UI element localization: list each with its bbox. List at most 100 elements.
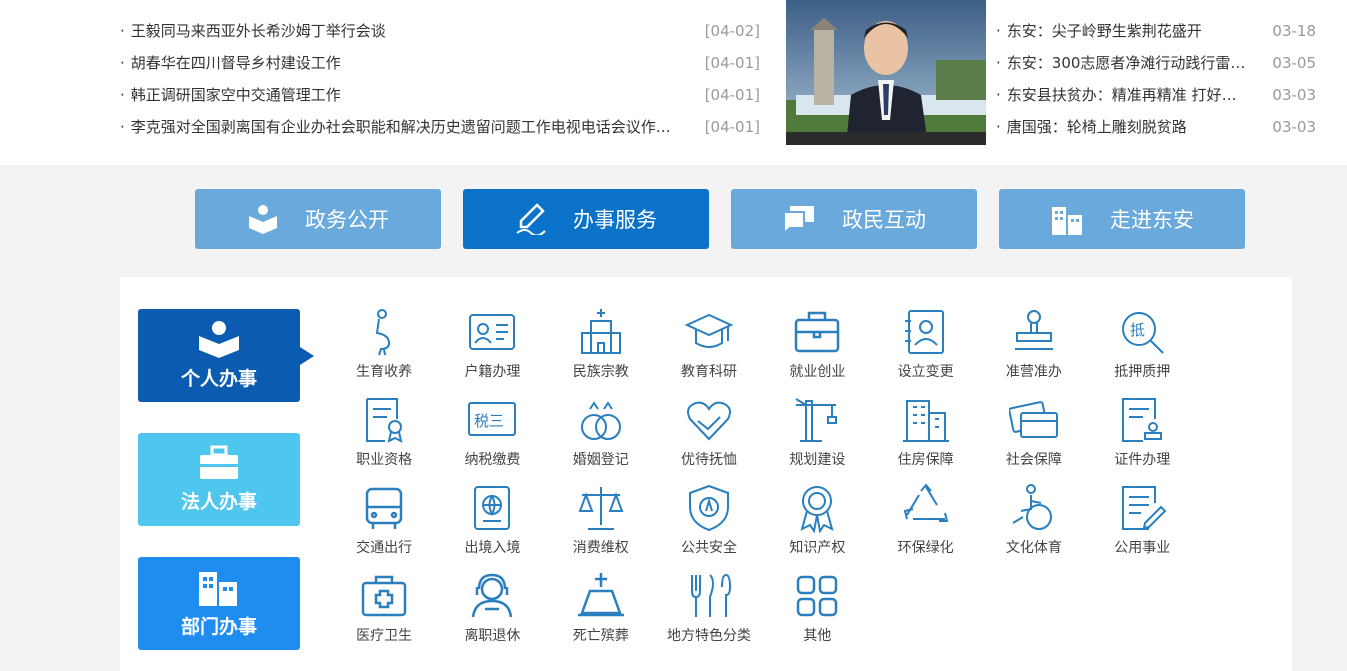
- personal-services-button[interactable]: 个人办事: [138, 309, 314, 402]
- service-consumer-rights[interactable]: 消费维权: [547, 483, 655, 571]
- side-button-label: 部门办事: [180, 616, 257, 638]
- local-news-date: 03-05: [1272, 54, 1316, 72]
- news-title[interactable]: 王毅同马来西亚外长希沙姆丁举行会谈: [120, 15, 386, 47]
- license-icon: [1122, 398, 1163, 442]
- department-services-button[interactable]: 部门办事: [138, 557, 300, 650]
- medical-kit-icon: [361, 575, 407, 617]
- local-news-item[interactable]: [996, 0, 1316, 15]
- service-culture-sports[interactable]: 文化体育: [980, 483, 1088, 571]
- news-item[interactable]: 李克强对全国剥离国有企业办社会职能和解决历史遗留问题工作电视电话会议作出重要批示…: [120, 111, 760, 143]
- service-funeral[interactable]: 死亡殡葬: [547, 571, 655, 659]
- service-transport[interactable]: 交通出行: [330, 483, 438, 571]
- service-label: 知识产权: [789, 540, 846, 556]
- side-button-label: 个人办事: [180, 368, 257, 390]
- reading-person-icon: [199, 321, 239, 358]
- service-household[interactable]: 户籍办理: [438, 307, 546, 395]
- news-list: 王毅同马来西亚外长希沙姆丁举行会谈 [04-02] 胡春华在四川督导乡村建设工作…: [120, 0, 760, 143]
- main-tabs: 政务公开 办事服务 政民互动 走进东安: [195, 189, 1267, 249]
- service-business-permit[interactable]: 准营准办: [980, 307, 1088, 395]
- service-local-special[interactable]: 地方特色分类: [655, 571, 763, 659]
- local-news-title[interactable]: 东安县扶贫办：精准再精准 打好脱贫攻坚战: [996, 79, 1251, 111]
- service-label: 纳税缴费: [464, 452, 521, 468]
- service-utilities[interactable]: 公用事业: [1088, 483, 1196, 571]
- service-marriage[interactable]: 婚姻登记: [547, 395, 655, 483]
- scales-icon: [578, 487, 624, 530]
- id-card-icon: [469, 314, 516, 350]
- service-label: 其他: [803, 628, 832, 644]
- news-date: [04-02]: [704, 22, 760, 40]
- news-item[interactable]: 王毅同马来西亚外长希沙姆丁举行会谈 [04-02]: [120, 15, 760, 47]
- service-ethnic-religion[interactable]: 民族宗教: [547, 307, 655, 395]
- news-title[interactable]: 李克强对全国剥离国有企业办社会职能和解决历史遗留问题工作电视电话会议作出重要批示: [120, 111, 680, 143]
- news-item[interactable]: [120, 0, 760, 15]
- service-immigration[interactable]: 出境入境: [438, 483, 546, 571]
- service-medical[interactable]: 医疗卫生: [330, 571, 438, 659]
- service-label: 文化体育: [1005, 540, 1062, 556]
- service-housing[interactable]: 住房保障: [871, 395, 979, 483]
- local-news-date: 03-18: [1272, 22, 1316, 40]
- service-education[interactable]: 教育科研: [655, 307, 763, 395]
- service-label: 出境入境: [464, 540, 521, 556]
- service-retirement[interactable]: 离职退休: [438, 571, 546, 659]
- sports-icon: [1012, 484, 1052, 530]
- local-news-item[interactable]: 东安：300志愿者净滩行动践行雷锋精神 03-05: [996, 47, 1316, 79]
- service-label: 死亡殡葬: [572, 628, 629, 644]
- local-news-title[interactable]: 东安：300志愿者净滩行动践行雷锋精神: [996, 47, 1251, 79]
- service-preferential[interactable]: 优待抚恤: [655, 395, 763, 483]
- service-employment[interactable]: 就业创业: [763, 307, 871, 395]
- cards-icon: [1008, 401, 1058, 438]
- pregnant-icon: [376, 309, 391, 356]
- tab-gov-affairs[interactable]: 政务公开: [195, 189, 441, 249]
- local-news-title[interactable]: [996, 0, 1007, 15]
- service-label: 规划建设: [789, 452, 846, 468]
- briefcase-icon: [795, 311, 840, 353]
- news-item[interactable]: 韩正调研国家空中交通管理工作 [04-01]: [120, 79, 760, 111]
- news-photo[interactable]: [786, 0, 986, 145]
- news-title[interactable]: 韩正调研国家空中交通管理工作: [120, 79, 341, 111]
- stamp-icon: [1014, 310, 1053, 350]
- passport-icon: [474, 486, 511, 530]
- service-mortgage[interactable]: 抵 抵押质押: [1088, 307, 1196, 395]
- service-social-security[interactable]: 社会保障: [980, 395, 1088, 483]
- service-label: 就业创业: [789, 364, 846, 380]
- local-news-title[interactable]: 唐国强：轮椅上雕刻脱贫路: [996, 111, 1187, 143]
- service-birth-adoption[interactable]: 生育收养: [330, 307, 438, 395]
- headset-person-icon: [472, 573, 513, 618]
- news-section: 王毅同马来西亚外长希沙姆丁举行会谈 [04-02] 胡春华在四川督导乡村建设工作…: [0, 0, 1347, 165]
- corporate-services-button[interactable]: 法人办事: [138, 433, 300, 526]
- local-news-date: 03-03: [1272, 86, 1316, 104]
- svg-text:税三: 税三: [474, 412, 504, 430]
- building-icon: [902, 400, 949, 442]
- news-item[interactable]: 胡春华在四川督导乡村建设工作 [04-01]: [120, 47, 760, 79]
- news-title[interactable]: 胡春华在四川督导乡村建设工作: [120, 47, 341, 79]
- service-establish-change[interactable]: 设立变更: [871, 307, 979, 395]
- service-environment[interactable]: 环保绿化: [871, 483, 979, 571]
- badge-icon: [800, 486, 834, 533]
- rings-icon: [580, 401, 621, 440]
- service-planning[interactable]: 规划建设: [763, 395, 871, 483]
- tab-about-dongan[interactable]: 走进东安: [999, 189, 1245, 249]
- service-tax[interactable]: 税三 纳税缴费: [438, 395, 546, 483]
- tab-label: 政民互动: [842, 208, 926, 232]
- service-public-safety[interactable]: 公共安全: [655, 483, 763, 571]
- service-label: 公共安全: [681, 540, 738, 556]
- local-news-item[interactable]: 唐国强：轮椅上雕刻脱贫路 03-03: [996, 111, 1316, 143]
- local-news-date: 03-03: [1272, 118, 1316, 136]
- service-label: 职业资格: [356, 452, 413, 468]
- tomb-icon: [577, 573, 624, 617]
- document-pen-icon: [1122, 486, 1167, 530]
- news-title[interactable]: [120, 0, 131, 15]
- tab-interaction[interactable]: 政民互动: [731, 189, 977, 249]
- service-label: 教育科研: [681, 364, 738, 380]
- service-certificates[interactable]: 证件办理: [1088, 395, 1196, 483]
- service-label: 住房保障: [897, 452, 954, 468]
- service-ip[interactable]: 知识产权: [763, 483, 871, 571]
- service-other[interactable]: 其他: [763, 571, 871, 659]
- local-news-title[interactable]: 东安：尖子岭野生紫荆花盛开: [996, 15, 1202, 47]
- service-label: 地方特色分类: [667, 628, 752, 644]
- local-news-item[interactable]: 东安：尖子岭野生紫荆花盛开 03-18: [996, 15, 1316, 47]
- local-news-item[interactable]: 东安县扶贫办：精准再精准 打好脱贫攻坚战 03-03: [996, 79, 1316, 111]
- service-qualification[interactable]: 职业资格: [330, 395, 438, 483]
- cutlery-icon: [691, 573, 732, 617]
- tab-services[interactable]: 办事服务: [463, 189, 709, 249]
